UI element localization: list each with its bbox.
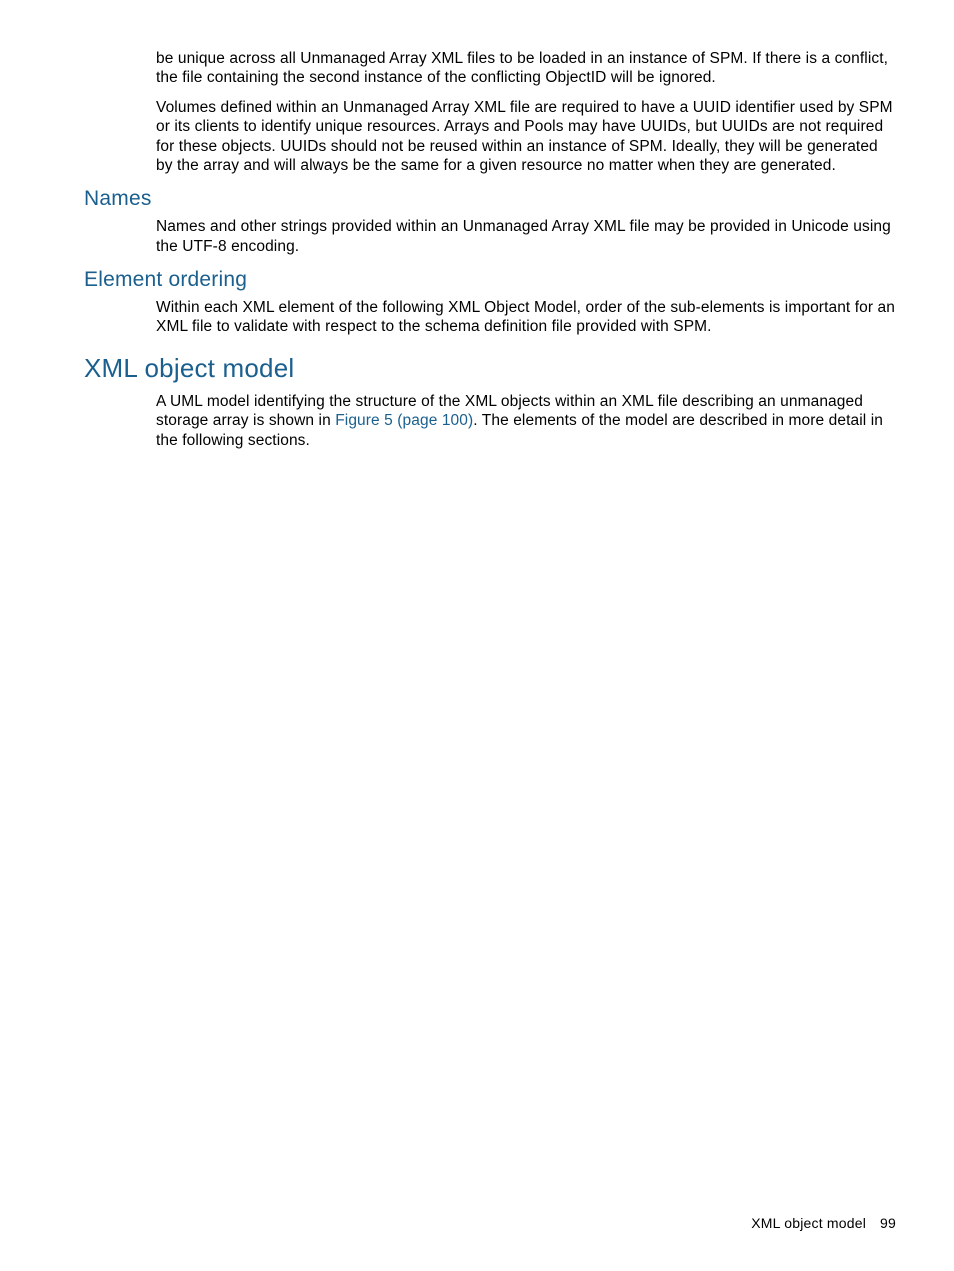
page-footer: XML object model 99	[751, 1215, 896, 1231]
heading-element-ordering: Element ordering	[84, 268, 896, 292]
body-paragraph-uuid: Volumes defined within an Unmanaged Arra…	[156, 98, 896, 176]
body-paragraph-names: Names and other strings provided within …	[156, 217, 896, 256]
body-paragraph-element-ordering: Within each XML element of the following…	[156, 298, 896, 337]
body-paragraph-objectid: be unique across all Unmanaged Array XML…	[156, 49, 896, 88]
heading-xml-object-model: XML object model	[84, 353, 896, 384]
heading-names: Names	[84, 187, 896, 211]
footer-section-label: XML object model	[751, 1215, 866, 1231]
body-paragraph-xml-object-model: A UML model identifying the structure of…	[156, 392, 896, 450]
footer-page-number: 99	[880, 1215, 896, 1231]
figure-link[interactable]: Figure 5 (page 100)	[335, 412, 473, 429]
